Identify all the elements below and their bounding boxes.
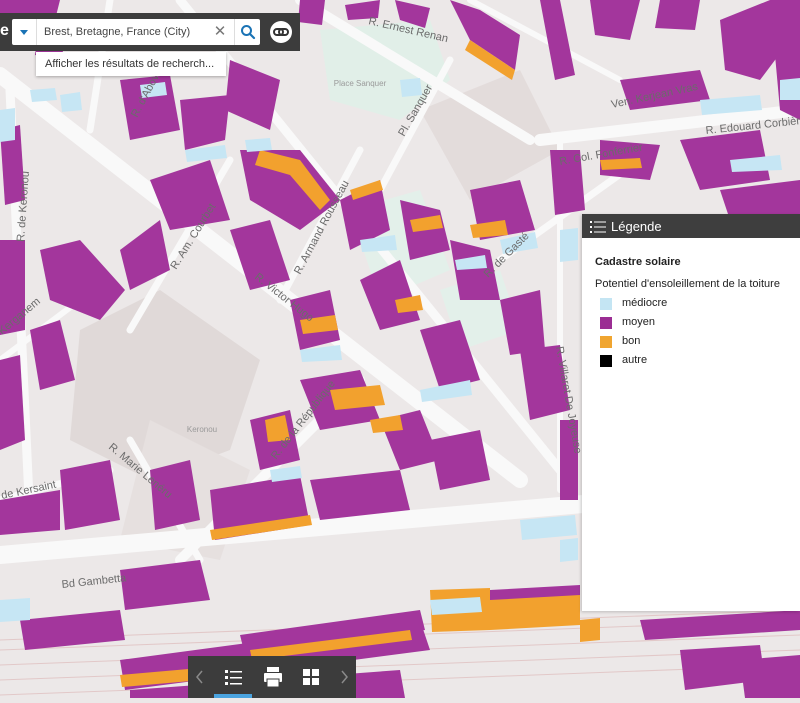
legend-swatch-moyen xyxy=(600,317,612,329)
brand-fragment: e xyxy=(0,22,9,39)
legend-list-icon xyxy=(590,221,606,233)
grid-icon xyxy=(303,669,319,685)
place-label: Keronou xyxy=(187,425,217,434)
print-icon xyxy=(264,667,282,688)
legend-panel: Légende Cadastre solaire Potentiel d'ens… xyxy=(582,214,800,611)
legend-label: autre xyxy=(622,354,648,366)
search-field: ✕ xyxy=(12,19,260,45)
clear-icon[interactable]: ✕ xyxy=(211,23,229,41)
legend-body: Cadastre solaire Potentiel d'ensoleillem… xyxy=(582,238,800,372)
place-label: Place Sanquer xyxy=(334,79,387,88)
active-tab-indicator xyxy=(214,694,252,698)
legend-label: moyen xyxy=(622,316,656,328)
search-suggestion-item[interactable]: Afficher les résultats de recherch... xyxy=(36,52,226,76)
search-input[interactable] xyxy=(44,19,214,45)
search-dropdown-toggle[interactable] xyxy=(12,19,37,45)
legend-label: médiocre xyxy=(622,297,668,309)
search-toolbar: e ✕ xyxy=(0,13,300,51)
grid-button[interactable] xyxy=(292,656,330,698)
legend-item: médiocre xyxy=(595,296,800,315)
bottom-toolbar xyxy=(188,656,356,698)
legend-toggle-button[interactable] xyxy=(214,656,252,698)
legend-item: moyen xyxy=(595,315,800,334)
toolbar-prev-button[interactable] xyxy=(188,656,212,698)
legend-label: bon xyxy=(622,335,641,347)
legend-item: bon xyxy=(595,334,800,353)
chevron-left-icon xyxy=(196,670,203,684)
legend-header[interactable]: Légende xyxy=(582,214,800,238)
toolbar-next-button[interactable] xyxy=(332,656,356,698)
chevron-right-icon xyxy=(341,670,348,684)
legend-swatch-mediocre xyxy=(600,298,612,310)
legend-subtitle: Potentiel d'ensoleillement de la toiture xyxy=(595,278,780,290)
legend-swatch-autre xyxy=(600,355,612,367)
legend-item: autre xyxy=(595,353,800,372)
legend-swatch-bon xyxy=(600,336,612,348)
search-icon xyxy=(241,25,256,40)
link-icon xyxy=(273,28,289,36)
layer-title: Cadastre solaire xyxy=(595,256,681,268)
legend-title: Légende xyxy=(611,219,662,234)
search-button[interactable] xyxy=(234,19,261,45)
share-link-button[interactable] xyxy=(270,21,292,43)
print-button[interactable] xyxy=(254,656,292,698)
legend-list-icon xyxy=(225,670,242,685)
